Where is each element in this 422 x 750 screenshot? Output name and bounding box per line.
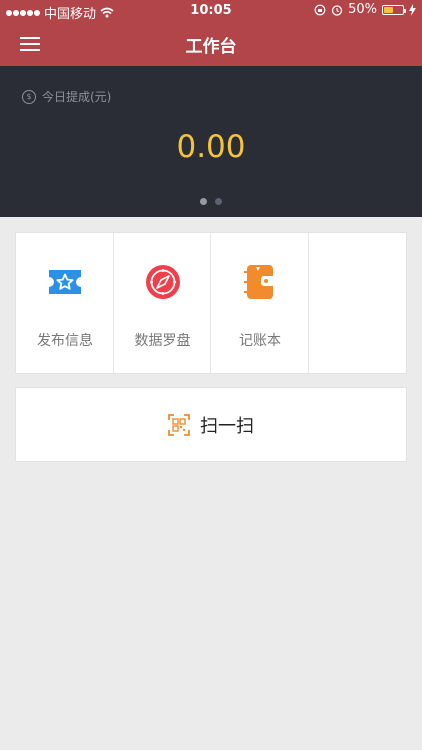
page-indicator (0, 198, 422, 205)
alarm-icon (331, 4, 343, 16)
publish-info-tile[interactable]: 发布信息 (16, 233, 114, 373)
page-dot-1[interactable] (200, 198, 207, 205)
qr-scan-icon (168, 414, 190, 436)
ticket-star-icon (49, 270, 81, 294)
scan-content: 扫一扫 (16, 412, 406, 438)
status-bar: 中国移动 10:05 50% (0, 0, 422, 22)
page-dot-2[interactable] (215, 198, 222, 205)
rotation-lock-icon (314, 4, 326, 15)
status-right: 50% (314, 2, 416, 17)
app-header: 中国移动 10:05 50% 工作台 (0, 0, 422, 66)
commission-label-text: 今日提成(元) (42, 90, 112, 104)
nav-bar: 工作台 (0, 22, 422, 66)
scan-button[interactable]: 扫一扫 (15, 387, 407, 462)
compass-icon (145, 265, 180, 299)
commission-label: $ 今日提成(元) (22, 88, 111, 105)
account-book-label: 记账本 (239, 333, 281, 349)
empty-tile (309, 233, 407, 373)
battery-icon (382, 4, 406, 15)
account-book-tile[interactable]: 记账本 (211, 233, 309, 373)
commission-banner[interactable]: $ 今日提成(元) 0.00 (0, 66, 422, 217)
commission-value: 0.00 (176, 129, 246, 165)
publish-info-label: 发布信息 (37, 333, 93, 349)
scan-label: 扫一扫 (200, 416, 254, 437)
data-compass-tile[interactable]: 数据罗盘 (114, 233, 211, 373)
wallet-book-icon (244, 265, 275, 299)
tools-grid: 发布信息 数据罗盘 记账本 (15, 232, 407, 374)
data-compass-label: 数据罗盘 (134, 333, 191, 349)
battery-percent: 50% (348, 2, 377, 17)
battery-fill (384, 6, 393, 13)
charging-icon (409, 3, 416, 16)
page-title: 工作台 (185, 37, 237, 57)
coin-icon: $ (22, 89, 36, 104)
